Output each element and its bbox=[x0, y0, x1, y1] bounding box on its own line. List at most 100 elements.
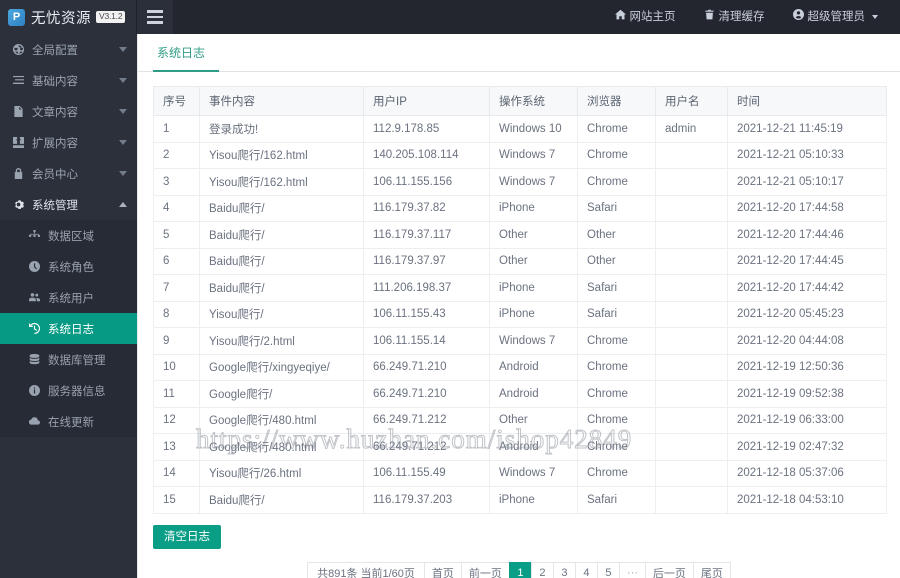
pagination-page-1[interactable]: 1 bbox=[508, 562, 531, 578]
table-cell: 116.179.37.117 bbox=[363, 221, 490, 249]
pagination-last[interactable]: 尾页 bbox=[692, 562, 731, 578]
info-icon bbox=[28, 385, 41, 396]
table-cell: 106.11.155.156 bbox=[363, 168, 490, 196]
top-link-label: 清理缓存 bbox=[718, 11, 765, 23]
table-cell bbox=[655, 327, 728, 355]
sidebar-item-label: 全局配置 bbox=[32, 44, 78, 57]
table-cell: Other bbox=[489, 406, 578, 434]
brand-logo[interactable]: P 无忧资源 V3.1.2 bbox=[0, 0, 137, 34]
sidebar-item-member-center[interactable]: 会员中心 bbox=[0, 158, 137, 189]
sidebar-item-system-manage[interactable]: 系统管理 bbox=[0, 189, 137, 220]
table-cell: 2021-12-18 04:53:10 bbox=[727, 486, 887, 514]
hamburger-bar bbox=[147, 15, 163, 19]
table-cell: Yisou爬行/162.html bbox=[199, 168, 364, 196]
table-row: 2 Yisou爬行/162.html 140.205.108.114 Windows … bbox=[153, 141, 887, 169]
sidebar-subitem-database-manage[interactable]: 数据库管理 bbox=[0, 344, 137, 375]
table-cell: 106.11.155.14 bbox=[363, 327, 490, 355]
table-cell: 66.249.71.210 bbox=[363, 353, 490, 381]
table-cell: 2021-12-21 11:45:19 bbox=[727, 115, 887, 143]
table-cell: Windows 7 bbox=[489, 141, 578, 169]
chevron-down-icon bbox=[119, 109, 127, 114]
sidebar-item-basic-content[interactable]: 基础内容 bbox=[0, 65, 137, 96]
sidebar-subitem-data-zone[interactable]: 数据区域 bbox=[0, 220, 137, 251]
table-cell: 106.11.155.43 bbox=[363, 300, 490, 328]
sidebar-item-global-config[interactable]: 全局配置 bbox=[0, 34, 137, 65]
table-cell: 2021-12-20 05:45:23 bbox=[727, 300, 887, 328]
table-cell: 2021-12-20 17:44:42 bbox=[727, 274, 887, 302]
lock-icon bbox=[12, 168, 25, 179]
table-cell: iPhone bbox=[489, 300, 578, 328]
top-link-label: 网站主页 bbox=[629, 11, 676, 23]
table-cell: 2021-12-20 17:44:45 bbox=[727, 247, 887, 275]
hamburger-icon[interactable] bbox=[137, 0, 173, 34]
table-cell: 登录成功! bbox=[199, 115, 364, 143]
pagination-page-5[interactable]: 5 bbox=[596, 562, 619, 578]
table-cell: 1 bbox=[153, 115, 200, 143]
table-cell: Android bbox=[489, 433, 578, 461]
table-cell: Other bbox=[489, 221, 578, 249]
table-cell: 116.179.37.82 bbox=[363, 194, 490, 222]
table-row: 3 Yisou爬行/162.html 106.11.155.156 Windows 7… bbox=[153, 168, 887, 196]
clock-icon bbox=[28, 261, 41, 272]
clear-log-button[interactable]: 清空日志 bbox=[153, 524, 221, 550]
table-cell: 10 bbox=[153, 353, 200, 381]
table-cell: Safari bbox=[577, 194, 656, 222]
hamburger-bar bbox=[147, 21, 163, 24]
admin-page: P 无忧资源 V3.1.2 网站主页 清理缓存 超级管理员 全局配置 基础内容 … bbox=[0, 0, 900, 578]
table-cell bbox=[655, 353, 728, 381]
log-table: 序号 事件内容 用户IP 操作系统 浏览器 用户名 时间 1 登录成功! 112.9.178.8… bbox=[153, 86, 887, 514]
top-link-account[interactable]: 超级管理员 bbox=[779, 0, 893, 34]
top-link-clear-cache[interactable]: 清理缓存 bbox=[690, 0, 779, 34]
sidebar-subitem-online-update[interactable]: 在线更新 bbox=[0, 406, 137, 437]
sidebar: 全局配置 基础内容 文章内容 扩展内容 会员中心 系统管理 数据区域 系统角色 … bbox=[0, 34, 137, 578]
sidebar-subitem-system-user[interactable]: 系统用户 bbox=[0, 282, 137, 313]
table-cell: 7 bbox=[153, 274, 200, 302]
pagination-prev[interactable]: 前一页 bbox=[460, 562, 509, 578]
tab-system-log[interactable]: 系统日志 bbox=[153, 44, 220, 72]
chevron-down-icon bbox=[119, 171, 127, 176]
table-cell bbox=[655, 486, 728, 514]
table-cell: 140.205.108.114 bbox=[363, 141, 490, 169]
sidebar-subitem-system-role[interactable]: 系统角色 bbox=[0, 251, 137, 282]
table-cell: Baidu爬行/ bbox=[199, 486, 364, 514]
sidebar-item-article-content[interactable]: 文章内容 bbox=[0, 96, 137, 127]
pagination-first[interactable]: 首页 bbox=[423, 562, 461, 578]
sidebar-subitem-server-info[interactable]: 服务器信息 bbox=[0, 375, 137, 406]
table-cell: Chrome bbox=[577, 141, 656, 169]
sidebar-item-label: 基础内容 bbox=[32, 75, 78, 88]
table-cell: 2021-12-21 05:10:33 bbox=[727, 141, 887, 169]
table-cell bbox=[655, 433, 728, 461]
table-cell: Google爬行/xingyeqiye/ bbox=[199, 353, 364, 381]
pagination-page-4[interactable]: 4 bbox=[574, 562, 597, 578]
sitemap-icon bbox=[28, 230, 41, 241]
table-cell bbox=[655, 247, 728, 275]
top-bar-links: 网站主页 清理缓存 超级管理员 bbox=[601, 0, 900, 34]
column-header: 用户名 bbox=[655, 86, 728, 116]
trash-icon bbox=[704, 0, 715, 34]
sidebar-subitem-system-log[interactable]: 系统日志 bbox=[0, 313, 137, 344]
version-badge: V3.1.2 bbox=[96, 11, 126, 23]
sidebar-item-label: 文章内容 bbox=[32, 106, 78, 119]
table-cell: 2021-12-21 05:10:17 bbox=[727, 168, 887, 196]
pagination-page-3[interactable]: 3 bbox=[552, 562, 575, 578]
table-cell: Chrome bbox=[577, 406, 656, 434]
table-cell: Baidu爬行/ bbox=[199, 194, 364, 222]
sidebar-item-extension-content[interactable]: 扩展内容 bbox=[0, 127, 137, 158]
table-cell bbox=[655, 380, 728, 408]
top-link-home[interactable]: 网站主页 bbox=[601, 0, 690, 34]
table-cell: 3 bbox=[153, 168, 200, 196]
pagination-page-2[interactable]: 2 bbox=[530, 562, 553, 578]
table-row: 10 Google爬行/xingyeqiye/66.249.71.210 Andro… bbox=[153, 353, 887, 381]
cloud-icon bbox=[28, 416, 41, 427]
main-content: 系统日志 序号 事件内容 用户IP 操作系统 浏览器 用户名 时间 1 登录成功! 112.9.… bbox=[137, 34, 900, 578]
top-bar: P 无忧资源 V3.1.2 网站主页 清理缓存 超级管理员 bbox=[0, 0, 900, 34]
pagination-next[interactable]: 后一页 bbox=[644, 562, 693, 578]
pagination-ellipsis: ··· bbox=[618, 562, 645, 578]
table-cell: 5 bbox=[153, 221, 200, 249]
column-header: 事件内容 bbox=[199, 86, 364, 116]
table-cell bbox=[655, 168, 728, 196]
table-cell: 11 bbox=[153, 380, 200, 408]
table-cell: Chrome bbox=[577, 433, 656, 461]
table-header-row: 序号 事件内容 用户IP 操作系统 浏览器 用户名 时间 bbox=[153, 86, 887, 116]
table-cell: 13 bbox=[153, 433, 200, 461]
